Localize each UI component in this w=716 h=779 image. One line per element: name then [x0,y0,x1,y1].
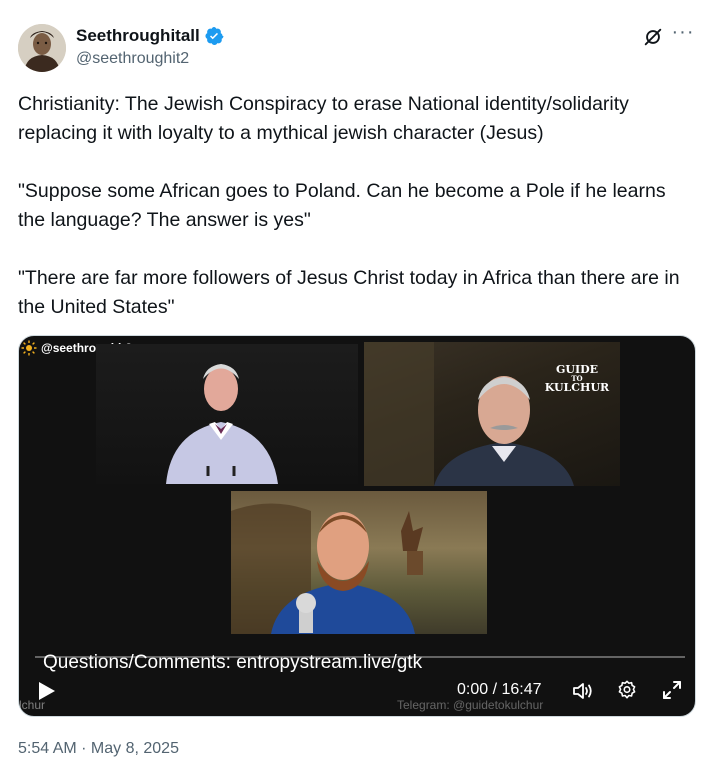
verified-badge-icon[interactable] [204,26,224,46]
fullscreen-icon[interactable] [661,679,683,701]
display-name[interactable]: Seethroughitall [76,26,200,46]
guide-to-kulchur-logo: GUIDE TO KULCHUR [540,364,614,394]
settings-gear-icon[interactable] [616,679,638,701]
video-progress-bar[interactable] [35,656,685,658]
video-time: 0:00 / 16:47 [457,681,542,698]
tweet-paragraph: "Suppose some African goes to Poland. Ca… [18,180,666,231]
video-player[interactable]: @seethroughit2 GUIDE TO KULCHUR Question… [18,335,696,717]
video-telegram-text: Telegram: @guidetokulchur [397,698,544,712]
avatar[interactable] [18,24,66,72]
tweet-timestamp[interactable]: 5:54 AM · May 8, 2025 [18,740,179,758]
tweet-header: Seethroughitall @seethroughit2 ··· [18,22,698,74]
author-names: Seethroughitall @seethroughit2 [76,25,224,68]
video-panel-bottom [231,491,487,634]
video-panel-right: GUIDE TO KULCHUR [364,342,620,486]
grok-icon[interactable] [642,26,664,48]
tweet-text: Christianity: The Jewish Conspiracy to e… [18,90,698,322]
more-icon[interactable]: ··· [670,22,696,48]
video-corner-text: lchur [19,698,46,712]
volume-icon[interactable] [571,679,595,703]
handle[interactable]: @seethroughit2 [76,50,224,68]
sun-icon [21,340,37,356]
tweet-paragraph: Christianity: The Jewish Conspiracy to e… [18,93,629,144]
tweet-paragraph: "There are far more followers of Jesus C… [18,267,680,318]
display-name-row: Seethroughitall [76,25,224,47]
logo-line3: KULCHUR [544,381,610,394]
video-panel-left [96,344,358,484]
